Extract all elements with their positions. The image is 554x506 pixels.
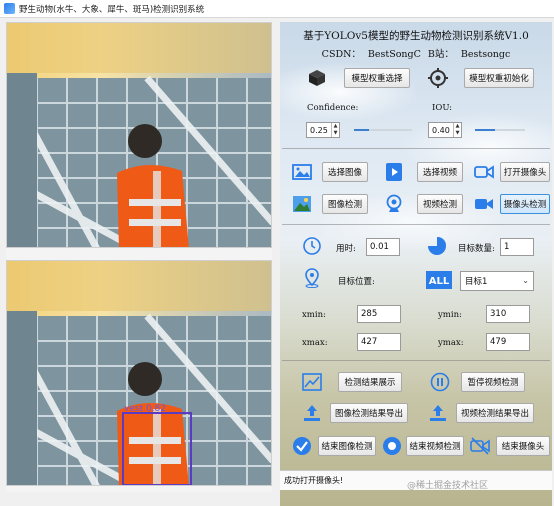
results-chart-icon — [302, 372, 322, 392]
camcorder-icon — [474, 194, 494, 214]
watermark: @稀土掘金技术社区 — [407, 481, 489, 491]
export-image-results-button[interactable]: 图像检测结果导出 — [330, 403, 408, 423]
xmin-label: xmin: — [302, 310, 326, 320]
target-icon — [428, 68, 448, 88]
xmax-label: xmax: — [302, 338, 328, 348]
spin-arrows-icon[interactable]: ▲ ▼ — [331, 123, 339, 137]
divider — [282, 148, 550, 149]
confidence-value: 0.25 — [310, 125, 328, 135]
spin-arrows-icon[interactable]: ▲ ▼ — [453, 123, 461, 137]
svg-text:ALL: ALL — [429, 276, 450, 287]
camera-off-icon — [470, 436, 490, 456]
picture-icon — [292, 194, 312, 214]
target-count-label: 目标数量: — [458, 244, 495, 254]
time-value-field: 0.01 — [366, 238, 400, 256]
detection-label: vest 0.82 — [124, 404, 166, 414]
video-camera-icon — [474, 162, 494, 182]
xmax-field: 427 — [357, 333, 401, 351]
check-circle-icon — [292, 436, 312, 456]
original-scene-image — [7, 23, 271, 247]
window-titlebar: 野生动物(水牛、大象、犀牛、斑马)检测识别系统 — [0, 0, 554, 18]
model-weight-init-button[interactable]: 模型权重初始化 — [464, 68, 534, 88]
end-camera-button[interactable]: 结束摄像头 — [496, 436, 550, 456]
show-results-button[interactable]: 检测结果展示 — [338, 372, 402, 392]
ymin-field: 310 — [486, 305, 530, 323]
iou-slider[interactable] — [475, 129, 525, 131]
chevron-down-icon: ⌄ — [522, 276, 529, 285]
time-label: 用时: — [336, 244, 356, 254]
original-image-view — [6, 22, 272, 248]
upload-icon — [428, 403, 448, 423]
model-weight-select-button[interactable]: 模型权重选择 — [344, 68, 410, 88]
system-title: 基于YOLOv5模型的野生动物检测识别系统V1.0 — [303, 30, 529, 42]
detected-scene-image: vest 0.82 — [7, 261, 271, 485]
video-file-icon — [384, 162, 404, 182]
iou-label: IOU: — [432, 103, 453, 113]
image-icon — [292, 162, 312, 182]
select-video-button[interactable]: 选择视频 — [417, 162, 463, 182]
ymax-label: ymax: — [438, 338, 464, 348]
pause-video-button[interactable]: 暂停视频检测 — [461, 372, 525, 392]
detected-image-view: vest 0.82 — [6, 260, 272, 486]
clock-icon — [302, 236, 322, 256]
author-info: CSDN： BestSongC B站： Bestsongc — [321, 49, 511, 60]
window-title: 野生动物(水牛、大象、犀牛、斑马)检测识别系统 — [19, 4, 205, 15]
divider — [282, 224, 550, 225]
webcam-icon — [384, 194, 404, 214]
location-pin-icon — [302, 268, 322, 288]
ymin-label: ymin: — [438, 310, 462, 320]
divider — [282, 360, 550, 361]
xmin-field: 285 — [357, 305, 401, 323]
open-camera-button[interactable]: 打开摄像头 — [500, 162, 550, 182]
export-video-results-button[interactable]: 视频检测结果导出 — [456, 403, 534, 423]
iou-spinbox[interactable]: 0.40 ▲ ▼ — [428, 122, 462, 138]
end-video-detect-button[interactable]: 结束视频检测 — [406, 436, 464, 456]
confidence-slider[interactable] — [354, 129, 412, 131]
pause-icon — [430, 372, 450, 392]
ymax-field: 479 — [486, 333, 530, 351]
target-position-label: 目标位置: — [338, 277, 375, 287]
target-select[interactable]: 目标1 ⌄ — [460, 271, 534, 291]
pie-chart-icon — [427, 236, 447, 256]
video-detect-button[interactable]: 视频检测 — [417, 194, 463, 214]
target-count-field: 1 — [500, 238, 534, 256]
control-panel: 基于YOLOv5模型的野生动物检测识别系统V1.0 CSDN： BestSong… — [280, 22, 552, 506]
confidence-slider-fill — [354, 129, 369, 131]
select-image-button[interactable]: 选择图像 — [322, 162, 368, 182]
all-icon: ALL — [426, 271, 452, 289]
iou-slider-fill — [475, 129, 495, 131]
confidence-spinbox[interactable]: 0.25 ▲ ▼ — [306, 122, 340, 138]
image-display-panel: vest 0.82 — [6, 22, 272, 492]
status-message: 成功打开摄像头! — [284, 476, 344, 485]
app-icon — [4, 3, 15, 14]
cube-icon — [307, 68, 327, 88]
camera-detect-button[interactable]: 摄像头检测 — [500, 194, 550, 214]
image-detect-button[interactable]: 图像检测 — [322, 194, 368, 214]
confidence-label: Confidence: — [307, 103, 359, 113]
upload-icon — [302, 403, 322, 423]
iou-value: 0.40 — [432, 125, 450, 135]
end-image-detect-button[interactable]: 结束图像检测 — [318, 436, 376, 456]
target-select-value: 目标1 — [465, 277, 488, 287]
stop-circle-icon — [382, 436, 402, 456]
